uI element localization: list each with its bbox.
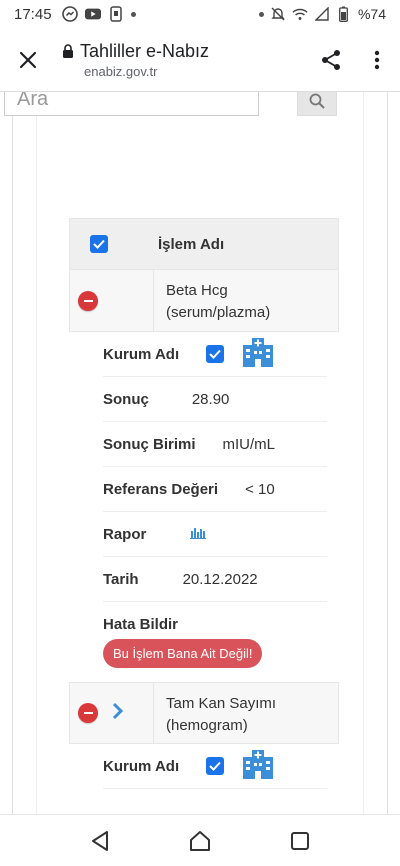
detail-label: Rapor	[103, 525, 147, 543]
test-name-line2: (hemogram)	[166, 717, 248, 734]
page-url: enabiz.gov.tr	[84, 63, 158, 79]
select-all-checkbox[interactable]	[90, 235, 108, 253]
check-icon	[93, 239, 105, 249]
back-button[interactable]	[80, 821, 120, 861]
detail-kurum: Kurum Adı	[103, 744, 327, 789]
report-error-button[interactable]: Bu İşlem Bana Ait Değil!	[103, 639, 263, 668]
close-icon	[19, 51, 37, 68]
check-icon	[209, 349, 221, 359]
search-icon	[309, 93, 325, 109]
detail-tarih: Tarih 20.12.2022	[103, 557, 327, 602]
chevron-right-icon[interactable]	[112, 702, 124, 725]
check-icon	[209, 761, 221, 771]
row-details: Kurum Adı Sonuç 28.90 Sonuç Birimi mIU/m…	[69, 332, 339, 682]
test-name: Tam Kan Sayımı (hemogram)	[154, 683, 338, 743]
report-chart-icon[interactable]	[190, 525, 207, 544]
table-header: İşlem Adı	[69, 218, 339, 270]
detail-rapor: Rapor	[103, 512, 327, 557]
collapse-row-button[interactable]	[78, 290, 98, 311]
hospital-icon[interactable]	[242, 337, 274, 372]
page-title-area: Tahliller e-Nabız enabiz.gov.tr	[56, 41, 308, 79]
test-name-line1: Tam Kan Sayımı	[166, 695, 277, 712]
detail-label: Sonuç	[103, 390, 149, 408]
search-button[interactable]	[297, 92, 337, 116]
phone-icon	[108, 6, 124, 22]
row-details: Kurum Adı	[69, 744, 339, 789]
detail-sonuc: Sonuç 28.90	[103, 377, 327, 422]
system-nav-bar	[0, 814, 400, 866]
detail-value: 28.90	[191, 390, 230, 408]
detail-referans: Referans Değeri < 10	[103, 467, 327, 512]
more-vert-icon	[374, 50, 380, 69]
detail-label: Referans Değeri	[103, 480, 219, 498]
messenger-icon	[61, 6, 78, 22]
home-icon	[190, 830, 210, 851]
results-table: İşlem Adı Beta Hcg (serum/plazma) Kurum …	[69, 218, 339, 789]
test-name-line1: Beta Hcg	[166, 282, 228, 299]
more-options-button[interactable]	[354, 28, 400, 92]
search-input[interactable]: Ara	[4, 92, 259, 116]
lock-icon	[63, 43, 73, 58]
battery-percent: %74	[357, 6, 386, 22]
home-button[interactable]	[180, 821, 220, 861]
notification-dot	[130, 11, 136, 17]
recents-button[interactable]	[280, 821, 320, 861]
status-bar: 17:45 %74	[0, 0, 400, 28]
wifi-icon	[292, 6, 308, 22]
table-row[interactable]: Beta Hcg (serum/plazma)	[69, 270, 339, 332]
detail-label: Kurum Adı	[103, 757, 180, 775]
close-button[interactable]	[0, 28, 56, 92]
detail-value: mIU/mL	[222, 435, 276, 453]
page-content: Ara İşlem Adı Beta Hcg (serum/plazma) Ku…	[0, 92, 400, 814]
detail-birim: Sonuç Birimi mIU/mL	[103, 422, 327, 467]
collapse-row-button[interactable]	[78, 703, 98, 723]
status-dot	[258, 11, 264, 17]
test-name-line2: (serum/plazma)	[166, 304, 271, 321]
detail-hata: Hata Bildir Bu İşlem Bana Ait Değil!	[103, 602, 339, 682]
status-time: 17:45	[14, 5, 52, 23]
back-icon	[92, 830, 108, 851]
battery-icon	[336, 6, 352, 22]
recents-icon	[291, 831, 309, 850]
detail-label: Hata Bildir	[103, 616, 179, 633]
share-button[interactable]	[308, 28, 354, 92]
detail-label: Sonuç Birimi	[103, 435, 196, 453]
detail-kurum: Kurum Adı	[103, 332, 327, 377]
minus-icon	[83, 299, 93, 302]
mute-icon	[270, 6, 286, 22]
detail-label: Kurum Adı	[103, 345, 180, 363]
share-icon	[322, 49, 340, 70]
signal-icon	[314, 6, 330, 22]
column-header-islem-adi: İşlem Adı	[158, 235, 225, 253]
detail-value: < 10	[245, 480, 275, 498]
browser-toolbar: Tahliller e-Nabız enabiz.gov.tr	[0, 28, 400, 92]
detail-value: 20.12.2022	[182, 570, 258, 588]
minus-icon	[83, 712, 93, 714]
table-row[interactable]: Tam Kan Sayımı (hemogram)	[69, 682, 339, 744]
kurum-checkbox[interactable]	[206, 345, 225, 363]
page-title: Tahliller e-Nabız	[80, 40, 210, 61]
hospital-icon[interactable]	[242, 749, 274, 784]
kurum-checkbox[interactable]	[206, 757, 225, 775]
detail-label: Tarih	[103, 570, 139, 588]
test-name: Beta Hcg (serum/plazma)	[154, 270, 338, 331]
youtube-icon	[84, 6, 101, 22]
